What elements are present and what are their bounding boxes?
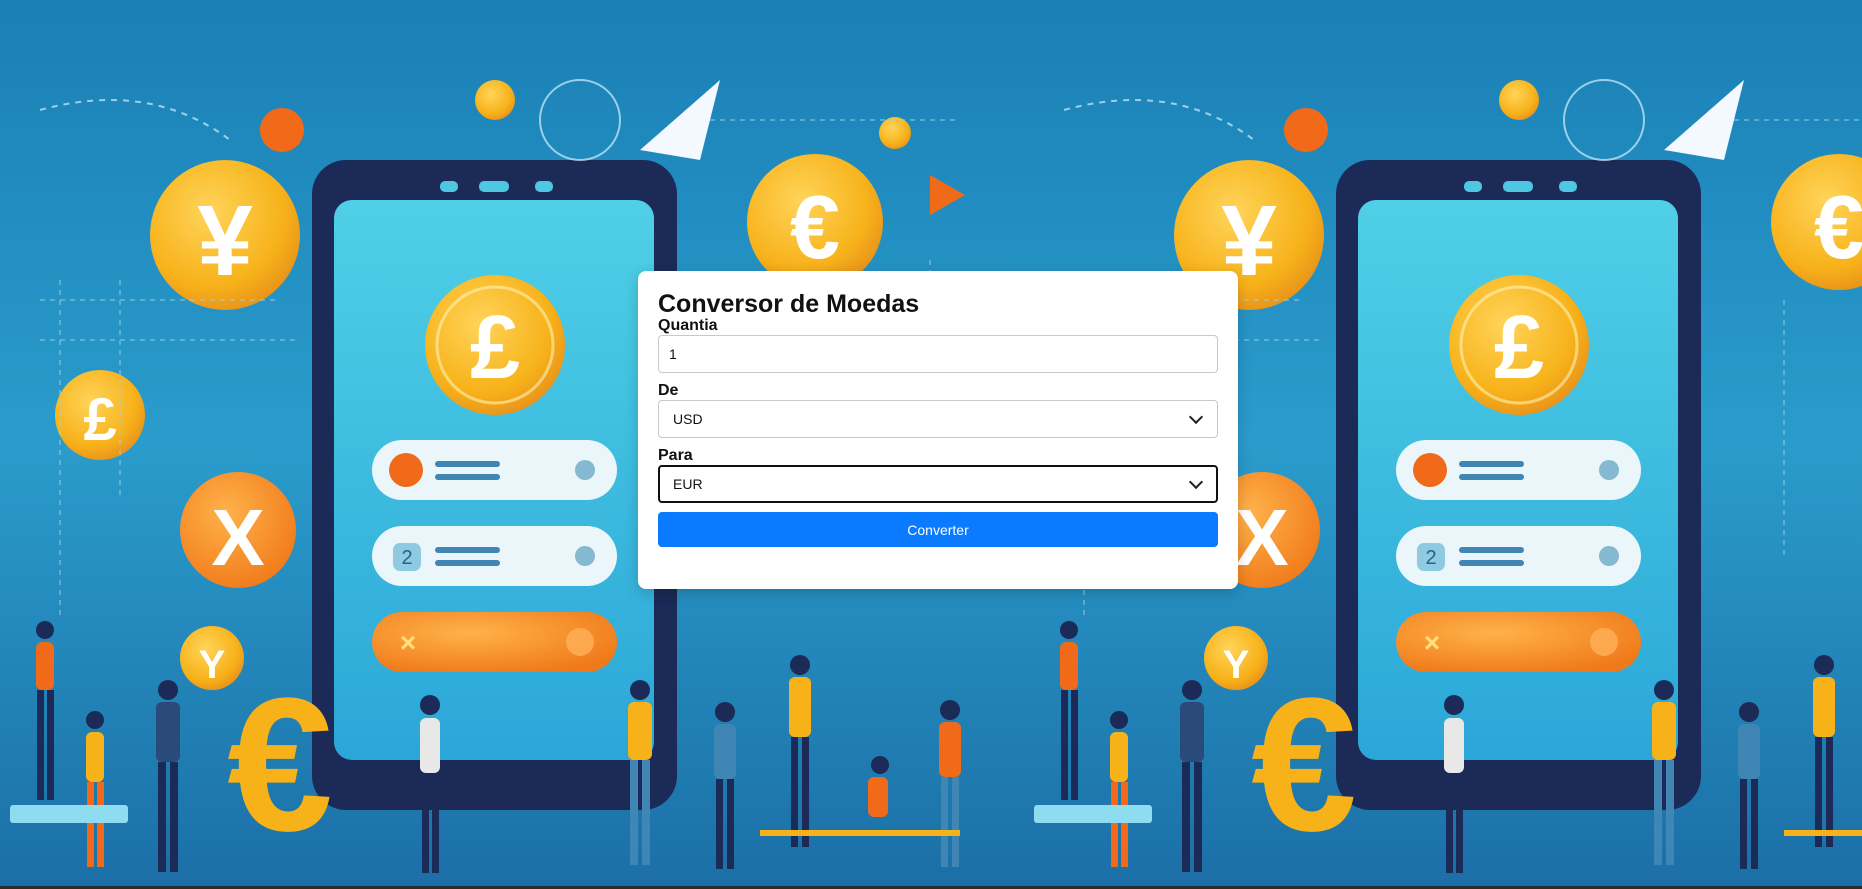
to-currency-label: Para: [658, 447, 693, 464]
converter-card: Conversor de Moedas Quantia De USD Para …: [638, 271, 1238, 589]
from-currency-label: De: [658, 382, 679, 399]
convert-button[interactable]: Converter: [658, 512, 1218, 547]
amount-label: Quantia: [658, 317, 718, 334]
from-currency-select[interactable]: USD: [658, 400, 1218, 438]
page: £ 2 × ¥ £: [0, 0, 1862, 889]
from-currency-value: USD: [673, 411, 703, 427]
to-currency-select[interactable]: EUR: [658, 465, 1218, 503]
to-currency-value: EUR: [673, 476, 703, 492]
chevron-down-icon: [1188, 474, 1204, 489]
amount-input[interactable]: [658, 335, 1218, 373]
page-title: Conversor de Moedas: [658, 290, 920, 318]
chevron-down-icon: [1188, 409, 1204, 424]
